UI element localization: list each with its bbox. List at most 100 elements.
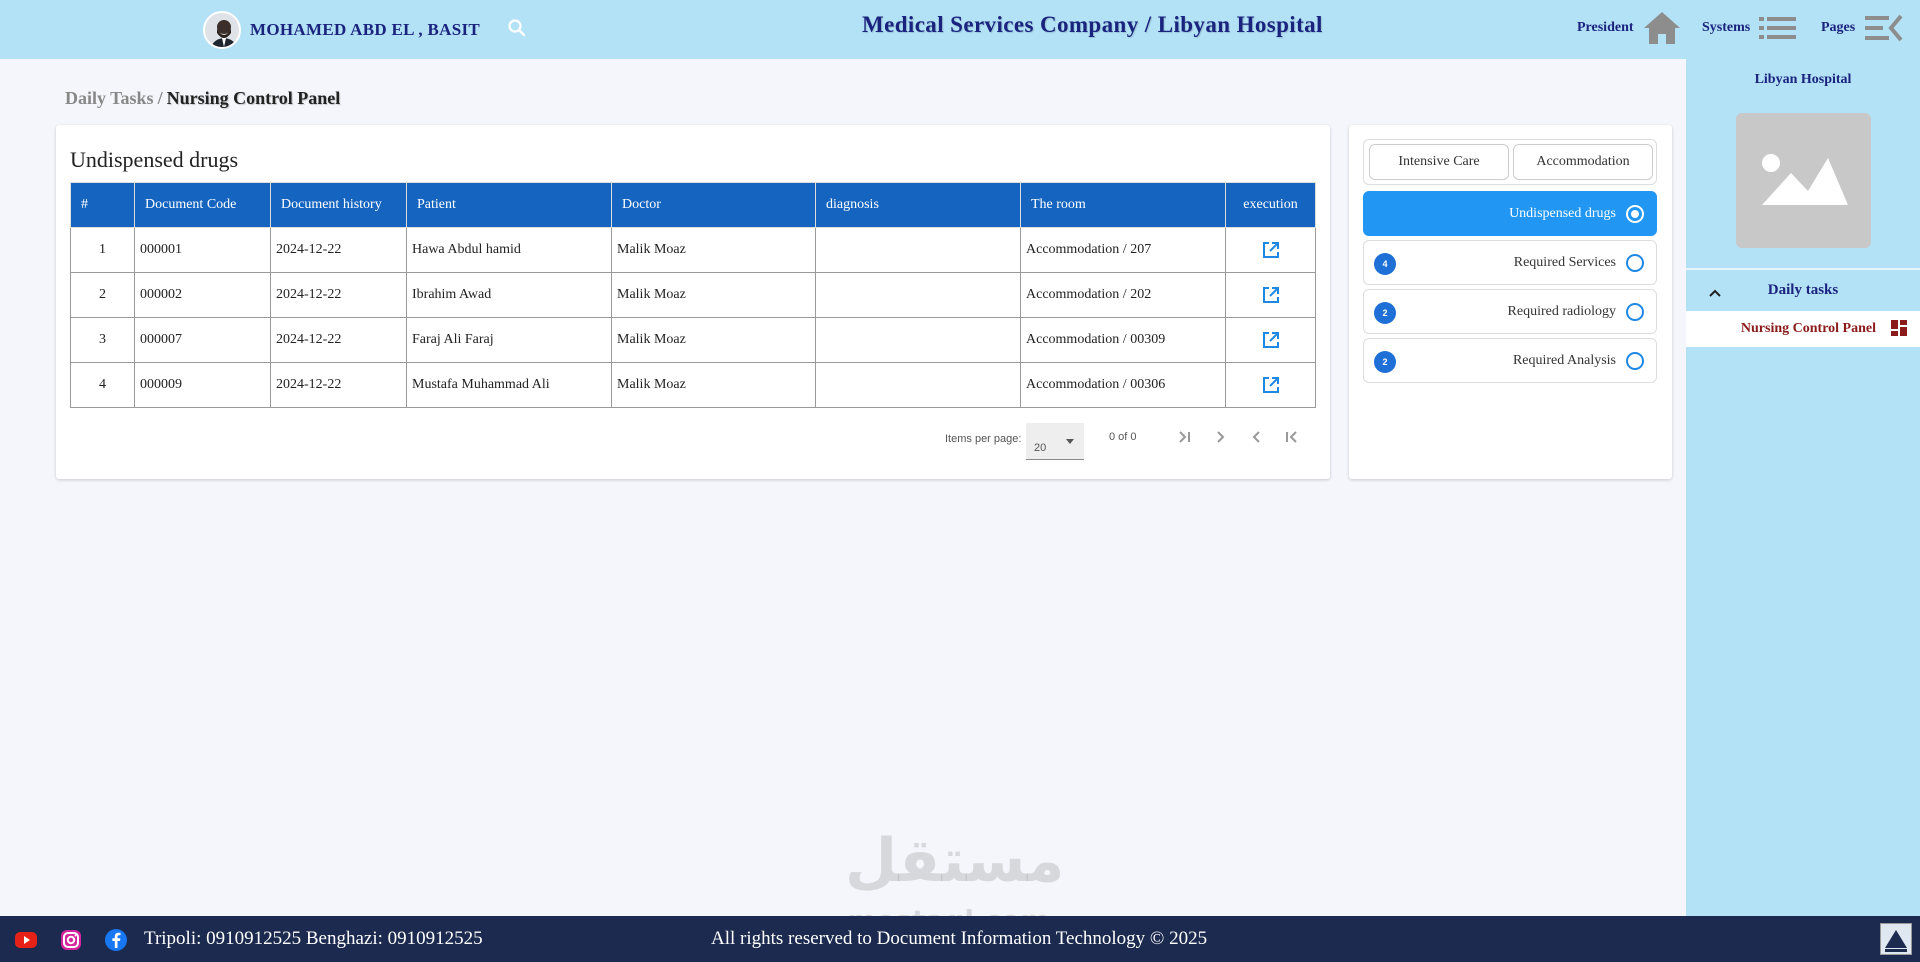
count-badge: 2 <box>1374 351 1396 373</box>
option-required-services[interactable]: 4 Required Services <box>1363 240 1657 285</box>
open-in-new-icon[interactable] <box>1261 240 1281 260</box>
department-tabs: Intensive Care Accommodation <box>1363 139 1657 185</box>
top-header: MOHAMED ABD EL , BASIT Medical Services … <box>0 0 1920 59</box>
col-document-history[interactable]: Document history <box>270 182 407 228</box>
nav-president[interactable]: President <box>1577 4 1682 52</box>
tab-accommodation[interactable]: Accommodation <box>1513 144 1653 180</box>
count-badge: 4 <box>1374 253 1396 275</box>
cell-patient: Hawa Abdul hamid <box>406 227 612 273</box>
cell-patient: Mustafa Muhammad Ali <box>406 362 612 408</box>
breadcrumb-parent[interactable]: Daily Tasks <box>65 88 154 108</box>
col-patient[interactable]: Patient <box>406 182 612 228</box>
open-in-new-icon[interactable] <box>1261 375 1281 395</box>
youtube-icon[interactable] <box>14 928 38 952</box>
col-room[interactable]: The room <box>1020 182 1226 228</box>
col-document-code[interactable]: Document Code <box>134 182 271 228</box>
table-row: 1 000001 2024-12-22 Hawa Abdul hamid Mal… <box>70 227 1316 273</box>
cell-execution <box>1225 362 1316 408</box>
page-range: 0 of 0 <box>1109 431 1137 443</box>
open-in-new-icon[interactable] <box>1261 330 1281 350</box>
radio-checked-icon <box>1626 205 1644 223</box>
footer: Tripoli: 0910912525 Benghazi: 0910912525… <box>0 916 1920 962</box>
cell-number: 4 <box>70 362 135 408</box>
company-logo-icon <box>1885 930 1907 952</box>
nav-pages[interactable]: Pages <box>1821 4 1903 52</box>
option-required-analysis[interactable]: 2 Required Analysis <box>1363 338 1657 383</box>
cell-doctor: Malik Moaz <box>611 227 816 273</box>
cell-document-history: 2024-12-22 <box>270 272 407 318</box>
option-label: Required Analysis <box>1512 353 1616 368</box>
nav-systems[interactable]: Systems <box>1702 4 1798 52</box>
cell-document-history: 2024-12-22 <box>270 362 407 408</box>
right-sidebar: Libyan Hospital Daily tasks Nursing Cont… <box>1686 59 1920 916</box>
cell-doctor: Malik Moaz <box>611 272 816 318</box>
col-number[interactable]: # <box>70 182 135 228</box>
count-badge: 2 <box>1374 302 1396 324</box>
cell-patient: Faraj Ali Faraj <box>406 317 612 363</box>
sidebar-title: Libyan Hospital <box>1754 72 1852 87</box>
cell-number: 1 <box>70 227 135 273</box>
filter-panel: Intensive Care Accommodation Undispensed… <box>1349 125 1672 479</box>
sidebar-divider <box>1686 268 1920 270</box>
col-execution[interactable]: execution <box>1225 182 1316 228</box>
col-doctor[interactable]: Doctor <box>611 182 816 228</box>
breadcrumb-current: Nursing Control Panel <box>166 88 341 108</box>
facebook-icon[interactable] <box>104 928 128 952</box>
radio-unchecked-icon <box>1626 254 1644 272</box>
breadcrumb-separator: / <box>157 88 163 108</box>
footer-phones: Tripoli: 0910912525 Benghazi: 0910912525 <box>144 928 483 949</box>
cell-doctor: Malik Moaz <box>611 362 816 408</box>
breadcrumb: Daily Tasks / Nursing Control Panel <box>65 88 340 109</box>
cell-document-history: 2024-12-22 <box>270 317 407 363</box>
watermark-arabic: مستقل <box>845 826 1065 896</box>
cell-document-code: 000002 <box>134 272 271 318</box>
tab-intensive-care[interactable]: Intensive Care <box>1369 144 1509 180</box>
search-icon[interactable] <box>507 18 527 38</box>
radio-unchecked-icon <box>1626 352 1644 370</box>
undispensed-drugs-card: Undispensed drugs # Document Code Docume… <box>56 125 1330 479</box>
option-label: Undispensed drugs <box>1509 206 1616 221</box>
cell-execution <box>1225 227 1316 273</box>
user-name: MOHAMED ABD EL , BASIT <box>250 20 480 39</box>
items-per-page-select[interactable]: 20 <box>1026 423 1084 460</box>
cell-diagnosis <box>815 227 1021 273</box>
instagram-icon[interactable] <box>59 928 83 952</box>
cell-execution <box>1225 272 1316 318</box>
first-page-icon[interactable] <box>1279 425 1303 449</box>
table-header-row: # Document Code Document history Patient… <box>70 182 1316 228</box>
cell-document-code: 000001 <box>134 227 271 273</box>
cell-room: Accommodation / 207 <box>1020 227 1226 273</box>
radio-unchecked-icon <box>1626 303 1644 321</box>
sidebar-section-label: Daily tasks <box>1767 282 1839 298</box>
cell-room: Accommodation / 202 <box>1020 272 1226 318</box>
previous-page-icon[interactable] <box>1244 425 1268 449</box>
last-page-icon[interactable] <box>1173 425 1197 449</box>
drugs-table: # Document Code Document history Patient… <box>70 182 1316 408</box>
nav-president-label: President <box>1577 20 1634 35</box>
option-undispensed-drugs[interactable]: Undispensed drugs <box>1363 191 1657 236</box>
user-avatar[interactable] <box>203 11 241 49</box>
paginator: Items per page: 20 0 of 0 <box>56 413 1330 460</box>
option-required-radiology[interactable]: 2 Required radiology <box>1363 289 1657 334</box>
sidebar-section-daily-tasks[interactable]: Daily tasks <box>1686 278 1920 308</box>
option-label: Required radiology <box>1507 304 1616 319</box>
open-in-new-icon[interactable] <box>1261 285 1281 305</box>
items-per-page-label: Items per page: <box>945 433 1022 445</box>
user-photo-icon <box>205 13 239 47</box>
cell-document-code: 000009 <box>134 362 271 408</box>
next-page-icon[interactable] <box>1209 425 1233 449</box>
table-row: 4 000009 2024-12-22 Mustafa Muhammad Ali… <box>70 362 1316 408</box>
sidebar-item-label: Nursing Control Panel <box>1740 321 1876 336</box>
table-row: 2 000002 2024-12-22 Ibrahim Awad Malik M… <box>70 272 1316 318</box>
sidebar-item-nursing-control-panel[interactable]: Nursing Control Panel <box>1686 311 1920 347</box>
col-diagnosis[interactable]: diagnosis <box>815 182 1021 228</box>
image-placeholder-icon <box>1762 154 1848 205</box>
cell-room: Accommodation / 00309 <box>1020 317 1226 363</box>
cell-execution <box>1225 317 1316 363</box>
cell-document-history: 2024-12-22 <box>270 227 407 273</box>
menu-icon <box>1865 14 1903 42</box>
cell-diagnosis <box>815 272 1021 318</box>
nav-systems-label: Systems <box>1702 20 1751 35</box>
cell-number: 2 <box>70 272 135 318</box>
dropdown-arrow-icon <box>1066 439 1074 444</box>
